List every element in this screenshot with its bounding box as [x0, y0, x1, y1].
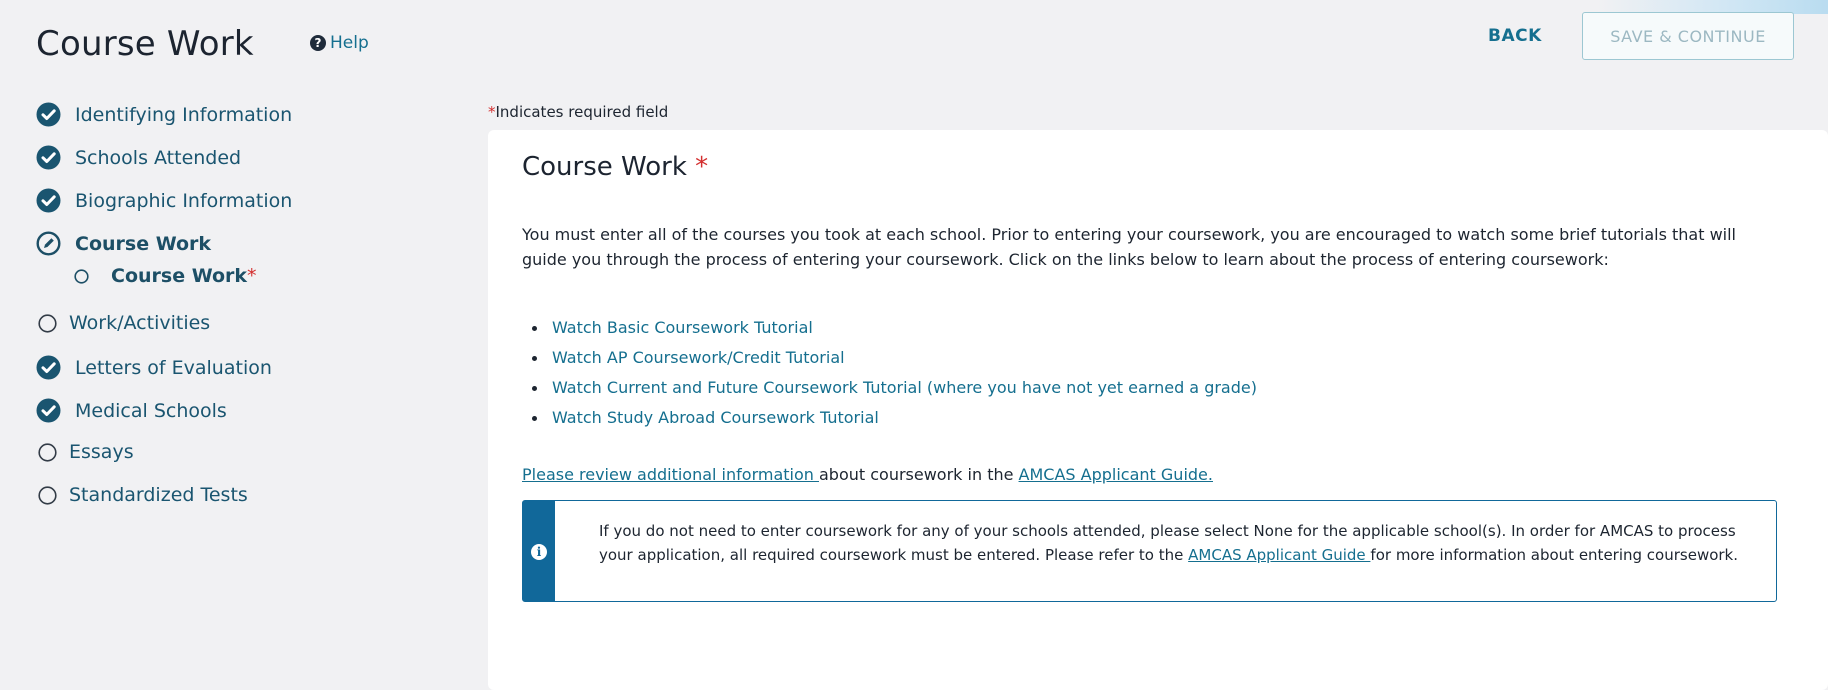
sidebar-item-letters-of-evaluation[interactable]: Letters of Evaluation	[36, 355, 272, 380]
help-label: Help	[330, 33, 369, 53]
sidebar-item-work-activities[interactable]: Work/Activities	[36, 312, 210, 334]
sidebar-item-label: Course Work	[75, 232, 212, 255]
sidebar-item-identifying-information[interactable]: Identifying Information	[36, 102, 292, 127]
required-asterisk: *	[695, 152, 709, 182]
help-link[interactable]: ? Help	[310, 33, 369, 53]
sidebar-item-label: Essays	[69, 441, 134, 463]
info-applicant-guide-link[interactable]: AMCAS Applicant Guide	[1188, 546, 1370, 564]
check-circle-icon	[36, 102, 61, 127]
info-text-after: for more information about entering cour…	[1370, 546, 1739, 564]
sidebar-subitem-course-work[interactable]: Course Work *	[72, 265, 257, 287]
card-title-text: Course Work	[522, 152, 687, 182]
required-asterisk: *	[247, 265, 257, 287]
tutorial-link-basic[interactable]: Watch Basic Coursework Tutorial	[522, 313, 1257, 343]
sidebar-item-standardized-tests[interactable]: Standardized Tests	[36, 484, 248, 506]
check-circle-icon	[36, 398, 61, 423]
sidebar-item-medical-schools[interactable]: Medical Schools	[36, 398, 227, 423]
required-note-text: Indicates required field	[495, 103, 669, 121]
sidebar-item-biographic-information[interactable]: Biographic Information	[36, 188, 292, 213]
check-circle-icon	[36, 188, 61, 213]
check-circle-icon	[36, 145, 61, 170]
sidebar-item-label: Biographic Information	[75, 189, 293, 212]
info-icon: i	[531, 544, 547, 560]
pencil-circle-icon	[36, 231, 61, 256]
sidebar-item-essays[interactable]: Essays	[36, 441, 134, 463]
sidebar-item-label: Letters of Evaluation	[75, 356, 272, 379]
required-field-note: *Indicates required field	[488, 103, 668, 121]
check-circle-icon	[36, 355, 61, 380]
empty-circle-icon	[38, 485, 57, 505]
empty-circle-icon	[74, 268, 89, 284]
sidebar-item-label: Standardized Tests	[69, 484, 248, 506]
info-callout-text: If you do not need to enter coursework f…	[599, 519, 1749, 567]
page-title: Course Work	[36, 24, 254, 64]
sidebar-item-course-work[interactable]: Course Work	[36, 231, 211, 256]
review-info-link[interactable]: Please review additional information	[522, 465, 819, 484]
empty-circle-icon	[38, 442, 57, 462]
review-middle-text: about coursework in the	[818, 465, 1019, 484]
intro-text: You must enter all of the courses you to…	[522, 225, 1736, 269]
empty-circle-icon	[38, 313, 57, 333]
sidebar-item-label: Identifying Information	[75, 103, 293, 126]
course-work-card: Course Work * You must enter all of the …	[488, 130, 1828, 690]
required-asterisk: *	[488, 103, 496, 121]
sidebar-item-label: Course Work	[111, 265, 248, 287]
info-callout-bar: i	[523, 501, 555, 601]
sidebar-item-schools-attended[interactable]: Schools Attended	[36, 145, 241, 170]
sidebar-item-label: Schools Attended	[75, 146, 242, 169]
tutorial-link-study-abroad[interactable]: Watch Study Abroad Coursework Tutorial	[522, 403, 1257, 433]
back-button[interactable]: BACK	[1488, 26, 1542, 46]
question-circle-icon: ?	[310, 35, 326, 51]
info-callout: i If you do not need to enter coursework…	[522, 500, 1777, 602]
sidebar-item-label: Medical Schools	[75, 399, 227, 422]
applicant-guide-link[interactable]: AMCAS Applicant Guide.	[1019, 465, 1213, 484]
tutorial-link-ap[interactable]: Watch AP Coursework/Credit Tutorial	[522, 343, 1257, 373]
save-continue-button[interactable]: SAVE & CONTINUE	[1582, 12, 1794, 60]
review-info-line: Please review additional information abo…	[522, 465, 1213, 484]
card-title: Course Work *	[522, 152, 708, 182]
tutorial-links: Watch Basic Coursework Tutorial Watch AP…	[522, 313, 1257, 433]
tutorial-link-current-future[interactable]: Watch Current and Future Coursework Tuto…	[522, 373, 1257, 403]
sidebar-item-label: Work/Activities	[69, 312, 211, 334]
